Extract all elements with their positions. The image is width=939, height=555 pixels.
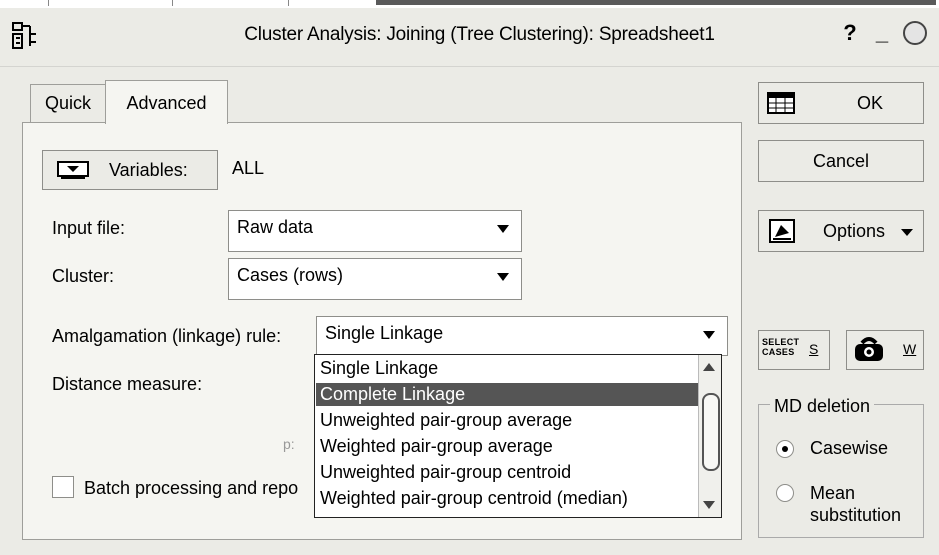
variables-button[interactable]: Variables: xyxy=(42,150,218,190)
amalgamation-rule-label: Amalgamation (linkage) rule: xyxy=(52,326,282,346)
mean-substitution-radio[interactable] xyxy=(776,484,794,502)
input-file-label: Input file: xyxy=(52,218,126,238)
select-cases-button[interactable]: SELECT CASES S xyxy=(758,330,830,370)
strip-tick xyxy=(48,0,49,6)
variables-button-label: Variables: xyxy=(109,160,188,180)
scroll-thumb[interactable] xyxy=(702,393,720,471)
close-button[interactable] xyxy=(898,18,934,48)
strip-tick xyxy=(288,0,289,6)
help-button[interactable]: ? xyxy=(836,18,864,48)
spreadsheet-icon xyxy=(767,92,795,114)
tab-quick[interactable]: Quick xyxy=(30,84,106,122)
cancel-button-label: Cancel xyxy=(812,151,870,171)
chevron-down-icon xyxy=(497,225,509,233)
list-option-weighted-pair-group-centroid-median[interactable]: Weighted pair-group centroid (median) xyxy=(316,487,698,510)
batch-processing-label: Batch processing and repo xyxy=(84,478,299,498)
list-option-unweighted-pair-group-average[interactable]: Unweighted pair-group average xyxy=(316,409,698,432)
amalgamation-rule-select[interactable]: Single Linkage xyxy=(316,316,728,356)
amalgamation-rule-value: Single Linkage xyxy=(325,323,444,343)
list-option-unweighted-pair-group-centroid[interactable]: Unweighted pair-group centroid xyxy=(316,461,698,484)
weights-shortcut: W xyxy=(903,341,917,357)
chevron-down-icon xyxy=(901,229,913,236)
background-window-strip xyxy=(0,0,939,8)
dropdown-scrollbar[interactable] xyxy=(698,355,721,517)
weights-button[interactable]: W xyxy=(846,330,924,370)
scroll-up-arrow-icon[interactable] xyxy=(703,363,715,371)
cluster-value: Cases (rows) xyxy=(237,265,344,285)
options-button[interactable]: Options xyxy=(758,210,924,252)
cluster-select[interactable]: Cases (rows) xyxy=(228,258,522,300)
close-icon xyxy=(903,21,927,45)
mean-substitution-label: Mean substitution xyxy=(810,483,902,525)
tab-advanced[interactable]: Advanced xyxy=(105,80,228,124)
radio-selected-dot xyxy=(782,446,788,452)
casewise-label: Casewise xyxy=(810,438,889,458)
chevron-down-icon xyxy=(703,331,715,339)
options-icon xyxy=(769,219,795,243)
ok-button[interactable]: OK xyxy=(758,82,924,124)
input-file-value: Raw data xyxy=(237,217,314,237)
input-file-select[interactable]: Raw data xyxy=(228,210,522,252)
ok-button-label: OK xyxy=(857,93,884,113)
options-button-label: Options xyxy=(823,221,886,241)
variables-icon xyxy=(57,161,89,179)
md-deletion-legend: MD deletion xyxy=(770,396,875,417)
chevron-down-icon xyxy=(497,273,509,281)
weight-icon xyxy=(855,337,883,361)
strip-dark-bar xyxy=(376,0,936,5)
variables-value: ALL xyxy=(232,158,265,178)
list-option-complete-linkage[interactable]: Complete Linkage xyxy=(316,383,698,406)
cancel-button[interactable]: Cancel xyxy=(758,140,924,182)
list-option-weighted-pair-group-average[interactable]: Weighted pair-group average xyxy=(316,435,698,458)
scroll-down-arrow-icon[interactable] xyxy=(703,501,715,509)
window-title: Cluster Analysis: Joining (Tree Clusteri… xyxy=(244,24,715,45)
distance-measure-label: Distance measure: xyxy=(52,374,203,394)
select-cases-icon: SELECT CASES xyxy=(762,337,800,357)
batch-processing-checkbox[interactable] xyxy=(52,476,74,498)
strip-tick xyxy=(172,0,173,6)
minimize-button[interactable]: _ xyxy=(868,18,896,48)
hidden-parameter-label: p: xyxy=(283,436,295,452)
list-option-single-linkage[interactable]: Single Linkage xyxy=(316,357,698,380)
cluster-label: Cluster: xyxy=(52,266,115,286)
amalgamation-rule-dropdown-list[interactable]: Single Linkage Complete Linkage Unweight… xyxy=(314,354,722,518)
select-cases-shortcut: S xyxy=(809,341,819,357)
casewise-radio[interactable] xyxy=(776,440,794,458)
